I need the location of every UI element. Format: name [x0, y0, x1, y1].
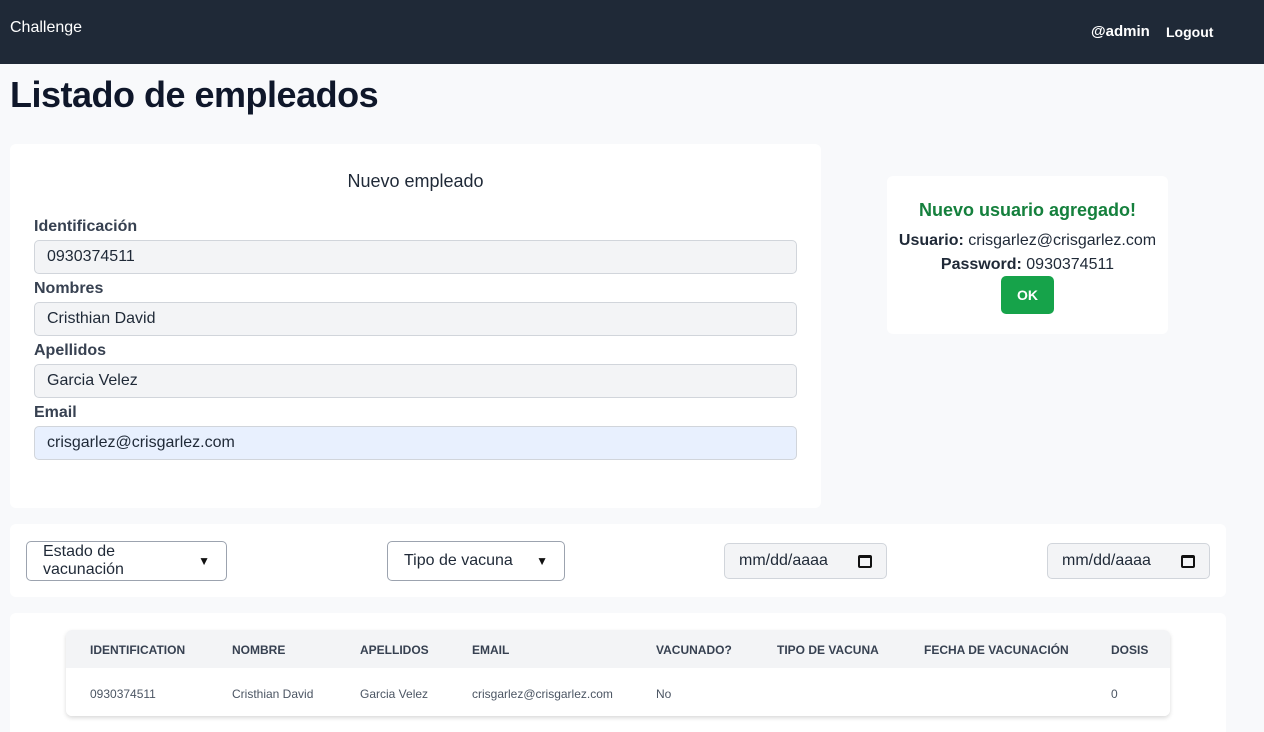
vaccine-type-select[interactable]: Tipo de vacuna ▼ — [387, 541, 565, 581]
cell-nombre: Cristhian David — [232, 687, 314, 701]
table-row[interactable]: 0930374511 Cristhian David Garcia Velez … — [66, 668, 1170, 716]
alert-user-label: Usuario: — [898, 232, 964, 249]
identification-label: Identificación — [34, 218, 138, 235]
date-from-placeholder: mm/dd/aaaa — [739, 552, 828, 569]
alert-password-label: Password: — [940, 256, 1022, 273]
identification-input[interactable] — [34, 240, 797, 274]
vaccine-type-value: Tipo de vacuna — [404, 552, 513, 569]
employees-table-card: IDENTIFICATION NOMBRE APELLIDOS EMAIL VA… — [10, 613, 1226, 732]
alert-password-value: 0930374511 — [1026, 256, 1115, 273]
app-brand[interactable]: Challenge — [10, 19, 82, 37]
calendar-icon[interactable] — [858, 554, 872, 568]
header-email: EMAIL — [472, 643, 510, 657]
alert-user-line: Usuario: crisgarlez@crisgarlez.com — [887, 232, 1168, 250]
email-input[interactable] — [34, 426, 797, 460]
user-added-alert: Nuevo usuario agregado! Usuario: crisgar… — [887, 176, 1168, 334]
header-vacunado: VACUNADO? — [656, 643, 732, 657]
date-from-input[interactable]: mm/dd/aaaa — [724, 543, 887, 579]
ok-button[interactable]: OK — [1001, 276, 1054, 314]
lastnames-input[interactable] — [34, 364, 797, 398]
current-user: @admin — [1091, 23, 1150, 40]
email-label: Email — [34, 404, 77, 421]
vaccination-status-value: Estado de vacunación — [43, 543, 124, 578]
header-dosis: DOSIS — [1111, 643, 1149, 657]
header-nombre: NOMBRE — [232, 643, 286, 657]
cell-email: crisgarlez@crisgarlez.com — [472, 687, 613, 701]
vaccination-status-select[interactable]: Estado de vacunación ▼ — [26, 541, 227, 581]
header-identification: IDENTIFICATION — [90, 643, 186, 657]
header-apellidos: APELLIDOS — [360, 643, 429, 657]
top-navbar: Challenge @admin Logout — [0, 0, 1264, 64]
table-header: IDENTIFICATION NOMBRE APELLIDOS EMAIL VA… — [66, 630, 1170, 668]
filters-bar: Estado de vacunación ▼ Tipo de vacuna ▼ … — [10, 524, 1226, 597]
lastnames-label: Apellidos — [34, 342, 107, 359]
cell-identification: 0930374511 — [90, 687, 156, 701]
alert-user-value: crisgarlez@crisgarlez.com — [968, 232, 1157, 249]
employees-table: IDENTIFICATION NOMBRE APELLIDOS EMAIL VA… — [66, 630, 1170, 716]
page-title: Listado de empleados — [10, 74, 379, 115]
cell-dosis: 0 — [1111, 687, 1118, 701]
header-fecha-vacunacion: FECHA DE VACUNACIÓN — [924, 643, 1069, 657]
chevron-down-icon: ▼ — [536, 554, 548, 568]
cell-vacunado: No — [656, 687, 672, 701]
alert-password-line: Password: 0930374511 — [887, 256, 1168, 274]
new-employee-form: Nuevo empleado Identificación Nombres Ap… — [10, 144, 821, 508]
logout-link[interactable]: Logout — [1166, 24, 1213, 40]
names-label: Nombres — [34, 280, 104, 297]
names-input[interactable] — [34, 302, 797, 336]
form-title: Nuevo empleado — [347, 171, 484, 191]
calendar-icon[interactable] — [1181, 554, 1195, 568]
header-tipo-vacuna: TIPO DE VACUNA — [777, 643, 879, 657]
cell-apellidos: Garcia Velez — [360, 687, 429, 701]
chevron-down-icon: ▼ — [198, 554, 210, 568]
date-to-placeholder: mm/dd/aaaa — [1062, 552, 1151, 569]
alert-title: Nuevo usuario agregado! — [918, 200, 1137, 220]
date-to-input[interactable]: mm/dd/aaaa — [1047, 543, 1210, 579]
